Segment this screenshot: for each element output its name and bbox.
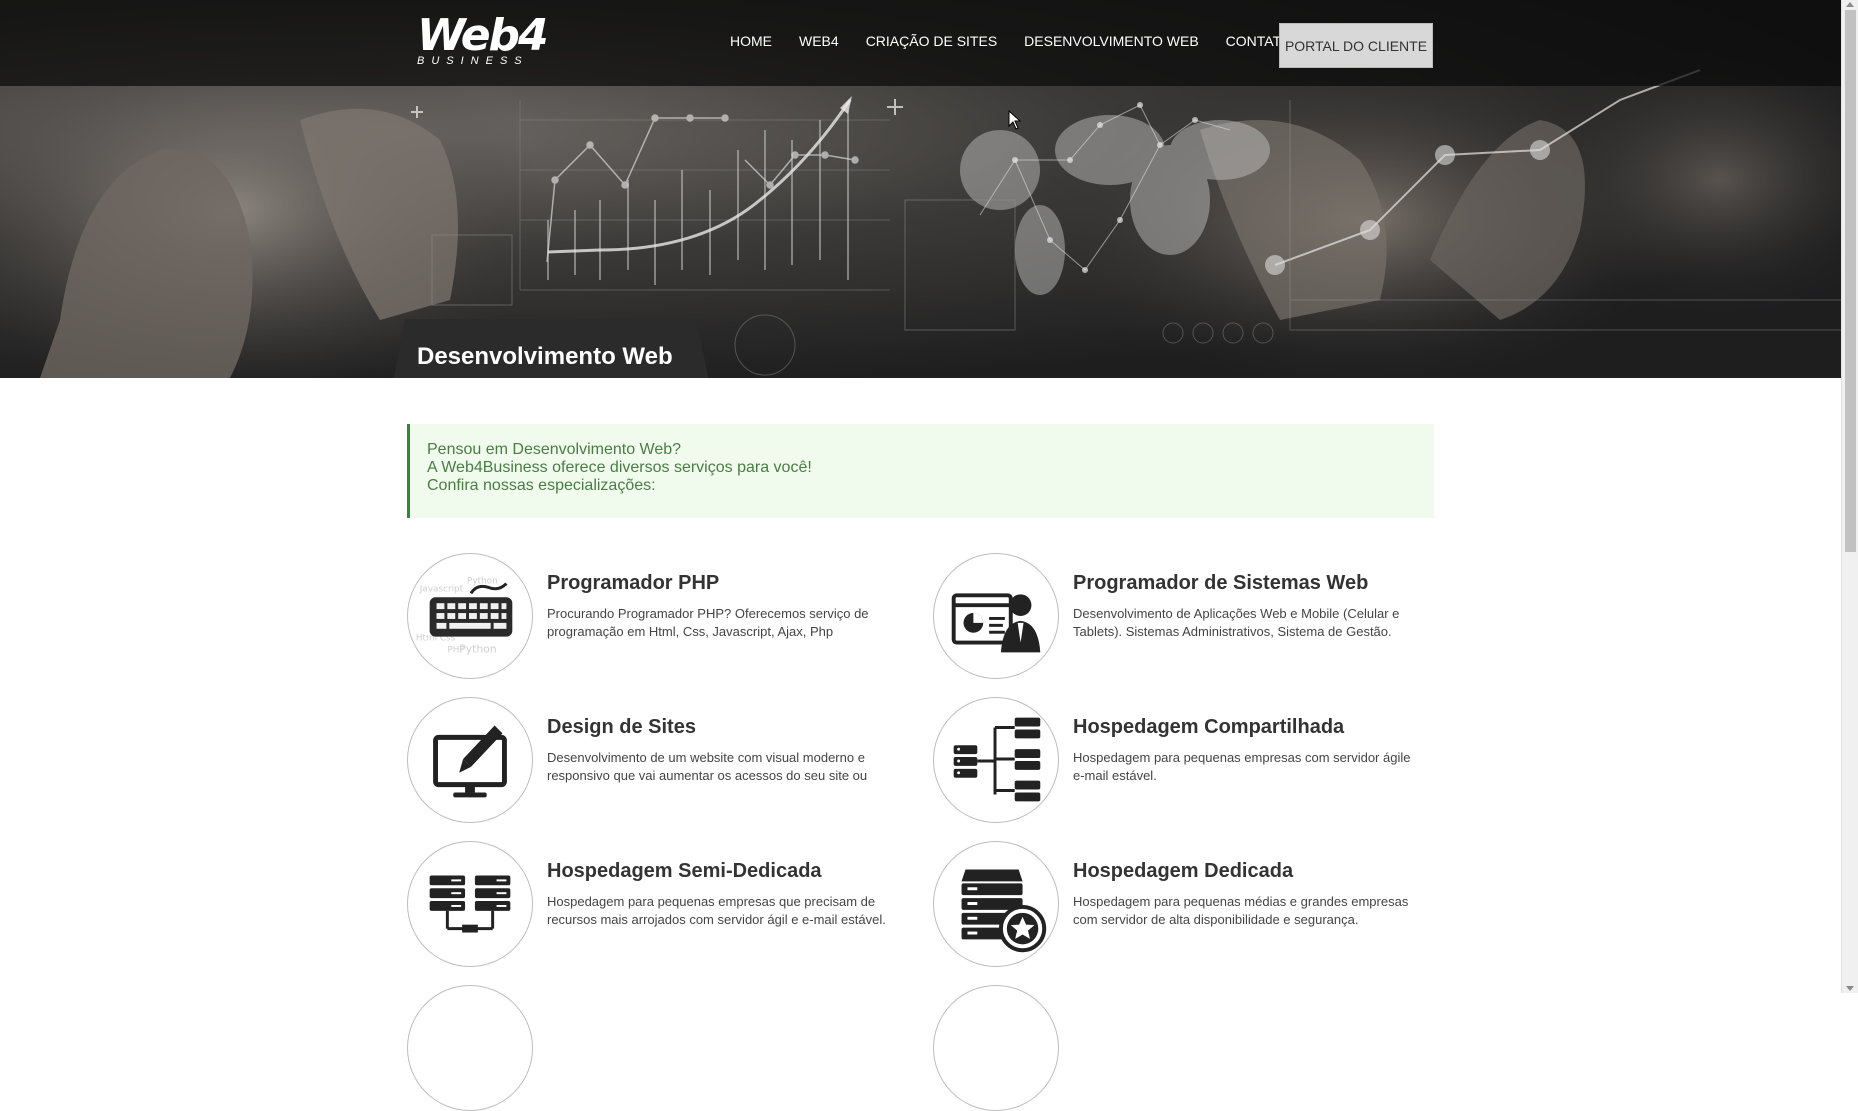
- service-design-de-sites[interactable]: Design de Sites Desenvolvimento de um we…: [407, 697, 907, 823]
- intro-line-1: Pensou em Desenvolvimento Web?: [427, 441, 682, 458]
- service-title[interactable]: Programador PHP: [547, 572, 719, 595]
- portal-do-cliente-button[interactable]: PORTAL DO CLIENTE: [1279, 23, 1433, 68]
- service-title[interactable]: Programador de Sistemas Web: [1073, 572, 1368, 595]
- two-servers-icon: [407, 841, 533, 967]
- server-star-icon: [933, 841, 1059, 967]
- svg-text:Python: Python: [459, 642, 496, 655]
- intro-line-2: A Web4Business oferece diversos serviços…: [427, 459, 812, 476]
- server-network-icon: [933, 697, 1059, 823]
- nav-criacao-de-sites[interactable]: CRIAÇÃO DE SITES: [866, 33, 997, 49]
- service-description: Hospedagem para pequenas empresas com se…: [1073, 750, 1411, 783]
- service-hospedagem-dedicada[interactable]: Hospedagem Dedicada Hospedagem para pequ…: [933, 841, 1433, 967]
- service-title[interactable]: Hospedagem Semi-Dedicada: [547, 860, 822, 883]
- service-circle-partial: [407, 985, 533, 1111]
- service-hospedagem-compartilhada[interactable]: Hospedagem Compartilhada Hospedagem para…: [933, 697, 1433, 823]
- main-menu: HOME WEB4 CRIAÇÃO DE SITES DESENVOLVIMEN…: [730, 33, 1319, 49]
- nav-web4[interactable]: WEB4: [799, 33, 839, 49]
- service-hospedagem-semi-dedicada[interactable]: Hospedagem Semi-Dedicada Hospedagem para…: [407, 841, 907, 967]
- intro-line-3: Confira nossas especializações:: [427, 477, 656, 494]
- mouse-cursor-icon: [1008, 110, 1022, 130]
- service-description: Desenvolvimento de Aplicações Web e Mobi…: [1073, 606, 1400, 639]
- developer-presentation-icon: [933, 553, 1059, 679]
- page-scrollbar[interactable]: [1841, 0, 1858, 993]
- service-title[interactable]: Design de Sites: [547, 716, 696, 739]
- page-title: Desenvolvimento Web: [417, 343, 673, 370]
- service-programador-sistemas-web[interactable]: Programador de Sistemas Web Desenvolvime…: [933, 553, 1433, 679]
- nav-home[interactable]: HOME: [730, 33, 772, 49]
- keyboard-icon: Javascript Python Html Css PHP Python: [407, 553, 533, 679]
- top-navigation-bar: Web4 BUSINESS HOME WEB4 CRIAÇÃO DE SITES…: [0, 0, 1841, 86]
- service-description: Procurando Programador PHP? Oferecemos s…: [547, 606, 869, 639]
- hero-banner: Web4 BUSINESS HOME WEB4 CRIAÇÃO DE SITES…: [0, 0, 1841, 378]
- scroll-up-icon[interactable]: [1846, 2, 1854, 7]
- page-title-tab: Desenvolvimento Web: [391, 319, 711, 378]
- service-description: Hospedagem para pequenas médias e grande…: [1073, 894, 1409, 927]
- service-title[interactable]: Hospedagem Compartilhada: [1073, 716, 1344, 739]
- intro-callout: Pensou em Desenvolvimento Web? A Web4Bus…: [407, 424, 1434, 518]
- svg-text:Javascript: Javascript: [419, 584, 464, 594]
- service-programador-php[interactable]: Javascript Python Html Css PHP Python Progr…: [407, 553, 907, 679]
- scrollbar-thumb[interactable]: [1845, 10, 1856, 552]
- service-circle-partial: [933, 985, 1059, 1111]
- service-description: Hospedagem para pequenas empresas que pr…: [547, 894, 886, 927]
- web4-logo[interactable]: Web4 BUSINESS: [417, 14, 557, 70]
- logo-wordmark: Web4: [417, 10, 549, 61]
- scroll-down-icon[interactable]: [1846, 986, 1854, 991]
- monitor-pen-icon: [407, 697, 533, 823]
- service-description: Desenvolvimento de um website com visual…: [547, 750, 868, 783]
- nav-desenvolvimento-web[interactable]: DESENVOLVIMENTO WEB: [1024, 33, 1199, 49]
- service-title[interactable]: Hospedagem Dedicada: [1073, 860, 1293, 883]
